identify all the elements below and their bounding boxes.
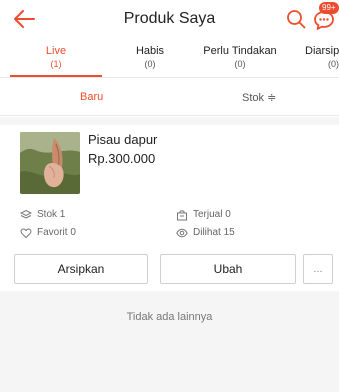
tab-count: (0) xyxy=(234,59,246,69)
sold-label: Terjual 0 xyxy=(193,209,231,220)
archive-button[interactable]: Arsipkan xyxy=(14,254,148,284)
product-image xyxy=(20,132,80,194)
product-price: Rp.300.000 xyxy=(88,151,156,166)
list-end-area: Tidak ada lainnya xyxy=(0,291,339,392)
stock-stat: Stok 1 xyxy=(20,209,140,221)
tab-count: (0) xyxy=(144,59,156,69)
tab-diarsip[interactable]: Diarsip (0) xyxy=(305,45,339,70)
sold-stat: Terjual 0 xyxy=(176,209,296,221)
bag-icon xyxy=(177,210,187,221)
heart-icon xyxy=(20,228,32,239)
views-stat: Dilihat 15 xyxy=(176,227,296,239)
tab-label: Perlu Tindakan xyxy=(203,45,277,57)
more-options-button[interactable]: ... xyxy=(303,254,333,284)
tab-label: Habis xyxy=(135,45,165,57)
sort-stock[interactable]: Stok ≑ xyxy=(242,91,276,104)
eye-icon xyxy=(176,228,188,238)
favorite-label: Favorit 0 xyxy=(37,227,76,238)
stock-label: Stok 1 xyxy=(37,209,66,220)
tab-label: Live xyxy=(45,45,67,57)
app-header: Produk Saya 99+ xyxy=(0,0,339,38)
sort-bar: Baru Stok ≑ xyxy=(0,78,339,116)
section-divider xyxy=(0,117,339,125)
product-card: Pisau dapur Rp.300.000 Stok 1 Favorit 0 … xyxy=(0,125,339,291)
tab-habis[interactable]: Habis (0) xyxy=(118,45,182,70)
views-label: Dilihat 15 xyxy=(193,227,235,238)
active-tab-indicator xyxy=(10,75,102,77)
stack-icon xyxy=(20,209,32,219)
status-tabs: Live (1) Habis (0) Perlu Tindakan (0) Di… xyxy=(0,40,339,78)
tab-count: (0) xyxy=(328,59,339,69)
no-more-items-label: Tidak ada lainnya xyxy=(126,311,213,323)
product-name[interactable]: Pisau dapur xyxy=(88,132,157,147)
tab-perlu-tindakan[interactable]: Perlu Tindakan (0) xyxy=(192,45,288,70)
tab-count: (1) xyxy=(50,59,62,69)
chat-badge: 99+ xyxy=(319,2,339,14)
favorite-stat: Favorit 0 xyxy=(20,227,140,239)
tab-label: Diarsip xyxy=(305,45,339,57)
product-thumbnail[interactable] xyxy=(20,132,80,194)
search-icon[interactable] xyxy=(286,9,306,29)
sort-newest[interactable]: Baru xyxy=(80,91,103,103)
tab-live[interactable]: Live (1) xyxy=(10,45,102,70)
edit-button[interactable]: Ubah xyxy=(160,254,296,284)
